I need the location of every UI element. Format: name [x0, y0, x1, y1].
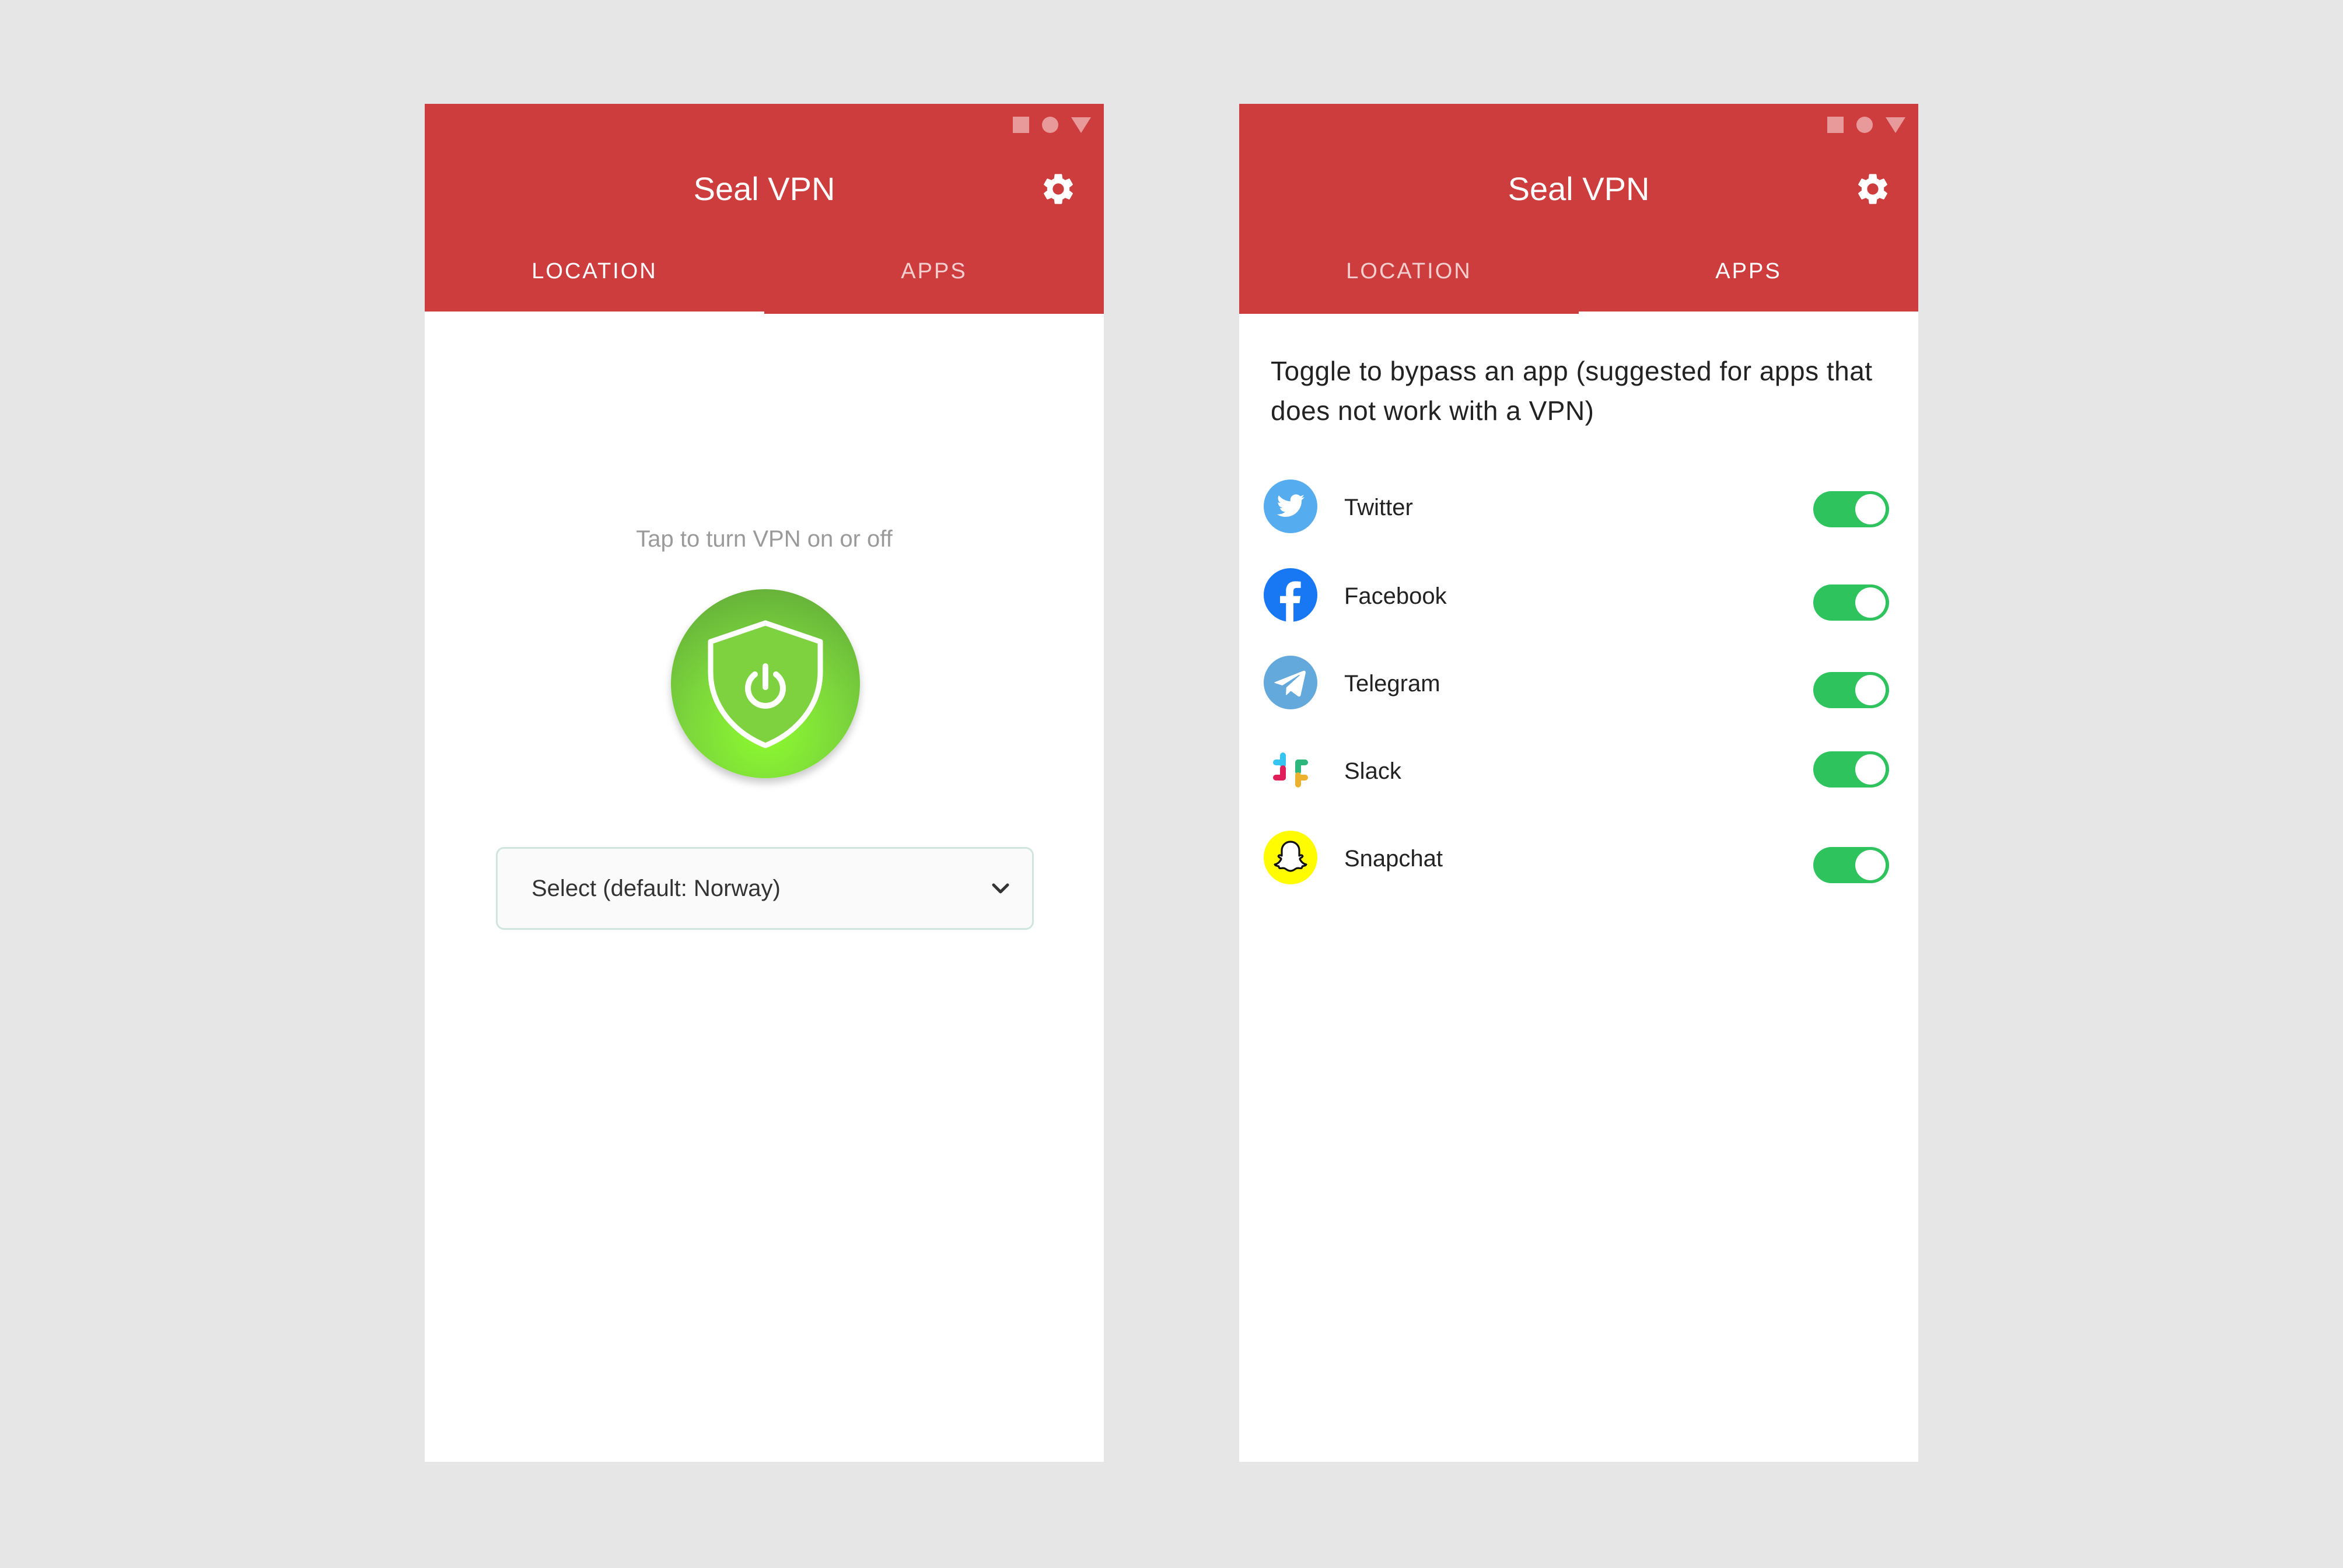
location-select[interactable]: Select (default: Norway): [496, 847, 1034, 930]
facebook-icon: [1264, 568, 1317, 622]
tab-bar: LOCATION APPS: [1239, 260, 1918, 315]
toggle-knob: [1855, 587, 1886, 618]
location-select-value: Select (default: Norway): [531, 876, 781, 901]
app-row-twitter: Twitter: [1239, 480, 1918, 544]
app-title: Seal VPN: [1508, 170, 1650, 207]
app-bar: Seal VPN LOCATION APPS: [425, 104, 1104, 315]
square-icon: [1827, 117, 1844, 133]
toggle-knob: [1855, 494, 1886, 524]
snapchat-icon: [1264, 831, 1317, 884]
app-row-slack: Slack: [1239, 743, 1918, 807]
active-tab-indicator: [425, 312, 764, 315]
bypass-toggle-twitter[interactable]: [1813, 491, 1889, 527]
circle-icon: [1042, 117, 1058, 133]
app-row-facebook: Facebook: [1239, 568, 1918, 632]
vpn-power-button[interactable]: [671, 589, 860, 778]
tab-location[interactable]: LOCATION: [1239, 260, 1579, 314]
bypass-toggle-facebook[interactable]: [1813, 584, 1889, 621]
twitter-icon: [1264, 480, 1317, 533]
tap-hint: Tap to turn VPN on or off: [636, 526, 893, 552]
gear-icon[interactable]: [1040, 170, 1077, 208]
status-bar: [1827, 114, 1905, 135]
app-name: Slack: [1344, 758, 1401, 784]
triangle-icon: [1071, 117, 1091, 133]
app-name: Telegram: [1344, 671, 1440, 696]
toggle-knob: [1855, 754, 1886, 785]
toggle-knob: [1855, 850, 1886, 880]
app-row-snapchat: Snapchat: [1239, 831, 1918, 895]
telegram-icon: [1264, 656, 1317, 709]
square-icon: [1013, 117, 1029, 133]
circle-icon: [1856, 117, 1873, 133]
chevron-down-icon: [992, 883, 1009, 894]
app-name: Facebook: [1344, 583, 1447, 609]
bypass-toggle-telegram[interactable]: [1813, 672, 1889, 708]
tab-apps[interactable]: APPS: [764, 260, 1104, 314]
tab-location[interactable]: LOCATION: [425, 260, 764, 314]
active-tab-indicator: [1579, 312, 1918, 315]
bypass-toggle-snapchat[interactable]: [1813, 847, 1889, 883]
app-title: Seal VPN: [693, 170, 835, 207]
bypass-toggle-slack[interactable]: [1813, 751, 1889, 788]
phone-screen-location: Seal VPN LOCATION APPS Tap to turn VPN o…: [425, 104, 1104, 1462]
gear-icon[interactable]: [1854, 170, 1891, 208]
triangle-icon: [1886, 117, 1905, 133]
bypass-instructions: Toggle to bypass an app (suggested for a…: [1271, 356, 1873, 426]
app-name: Snapchat: [1344, 846, 1443, 872]
tab-apps[interactable]: APPS: [1579, 260, 1918, 314]
shield-power-icon: [708, 620, 823, 748]
app-bar: Seal VPN LOCATION APPS: [1239, 104, 1918, 315]
toggle-knob: [1855, 675, 1886, 705]
tab-bar: LOCATION APPS: [425, 260, 1104, 315]
slack-icon: [1273, 752, 1308, 788]
phone-screen-apps: Seal VPN LOCATION APPS Toggle to bypass …: [1239, 104, 1918, 1462]
app-name: Twitter: [1344, 495, 1413, 520]
status-bar: [1013, 114, 1091, 135]
app-row-telegram: Telegram: [1239, 656, 1918, 720]
